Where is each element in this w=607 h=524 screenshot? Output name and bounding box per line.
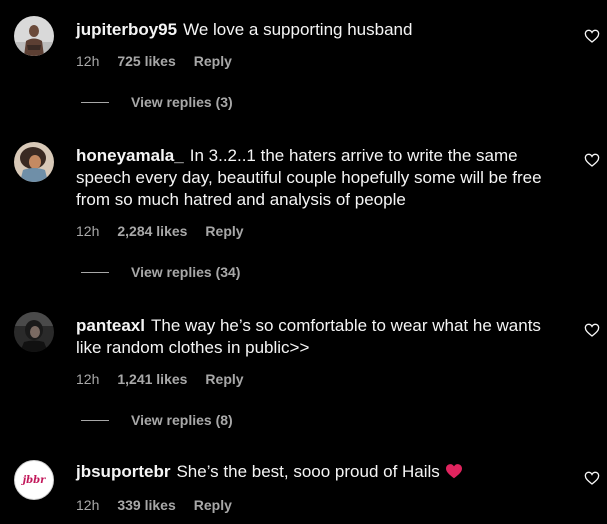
like-heart-icon[interactable] xyxy=(584,470,600,486)
comment-text: honeyamala_ In 3..2..1 the haters arrive … xyxy=(76,145,566,211)
likes-count[interactable]: 1,241 likes xyxy=(117,371,187,387)
view-replies-button[interactable]: View replies (3) xyxy=(81,94,233,110)
comment-time: 12h xyxy=(76,53,100,69)
comment-username[interactable]: jupiterboy95 xyxy=(76,20,177,39)
avatar[interactable] xyxy=(14,312,54,352)
likes-count[interactable]: 339 likes xyxy=(117,497,175,513)
avatar[interactable]: jbbr xyxy=(14,460,54,500)
view-replies-button[interactable]: View replies (8) xyxy=(81,412,233,428)
replies-divider xyxy=(81,101,109,103)
reply-button[interactable]: Reply xyxy=(205,371,243,387)
avatar[interactable] xyxy=(14,142,54,182)
comment-body: She’s the best, sooo proud of Hails xyxy=(176,462,440,481)
view-replies-label: View replies (3) xyxy=(131,94,233,110)
reply-button[interactable]: Reply xyxy=(194,497,232,513)
comment-body: We love a supporting husband xyxy=(183,20,413,39)
comment-text: jbsuportebr She’s the best, sooo proud of… xyxy=(76,461,566,485)
likes-count[interactable]: 725 likes xyxy=(117,53,175,69)
like-heart-icon[interactable] xyxy=(584,28,600,44)
comment-username[interactable]: honeyamala_ xyxy=(76,146,184,165)
comment-text: jupiterboy95 We love a supporting husband xyxy=(76,19,566,41)
avatar[interactable] xyxy=(14,16,54,56)
view-replies-button[interactable]: View replies (34) xyxy=(81,264,240,280)
comment-meta: 12h 2,284 likes Reply xyxy=(76,223,566,239)
comment-meta: 12h 1,241 likes Reply xyxy=(76,371,566,387)
view-replies-label: View replies (8) xyxy=(131,412,233,428)
comment-body: The way he’s so comfortable to wear what… xyxy=(76,316,541,357)
comment-meta: 12h 725 likes Reply xyxy=(76,53,566,69)
view-replies-label: View replies (34) xyxy=(131,264,241,280)
like-heart-icon[interactable] xyxy=(584,322,600,338)
avatar-logo-text: jbbr xyxy=(22,474,46,486)
comment-time: 12h xyxy=(76,223,100,239)
comment-meta: 12h 339 likes Reply xyxy=(76,497,566,513)
comment-time: 12h xyxy=(76,371,100,387)
like-heart-icon[interactable] xyxy=(584,152,600,168)
comment-text: panteaxl The way he’s so comfortable to w… xyxy=(76,315,566,359)
comment-time: 12h xyxy=(76,497,100,513)
replies-divider xyxy=(81,271,109,273)
comment-username[interactable]: panteaxl xyxy=(76,316,145,335)
reply-button[interactable]: Reply xyxy=(205,223,243,239)
red-heart-emoji-icon xyxy=(445,463,463,485)
replies-divider xyxy=(81,419,109,421)
reply-button[interactable]: Reply xyxy=(194,53,232,69)
comment-username[interactable]: jbsuportebr xyxy=(76,462,170,481)
likes-count[interactable]: 2,284 likes xyxy=(117,223,187,239)
